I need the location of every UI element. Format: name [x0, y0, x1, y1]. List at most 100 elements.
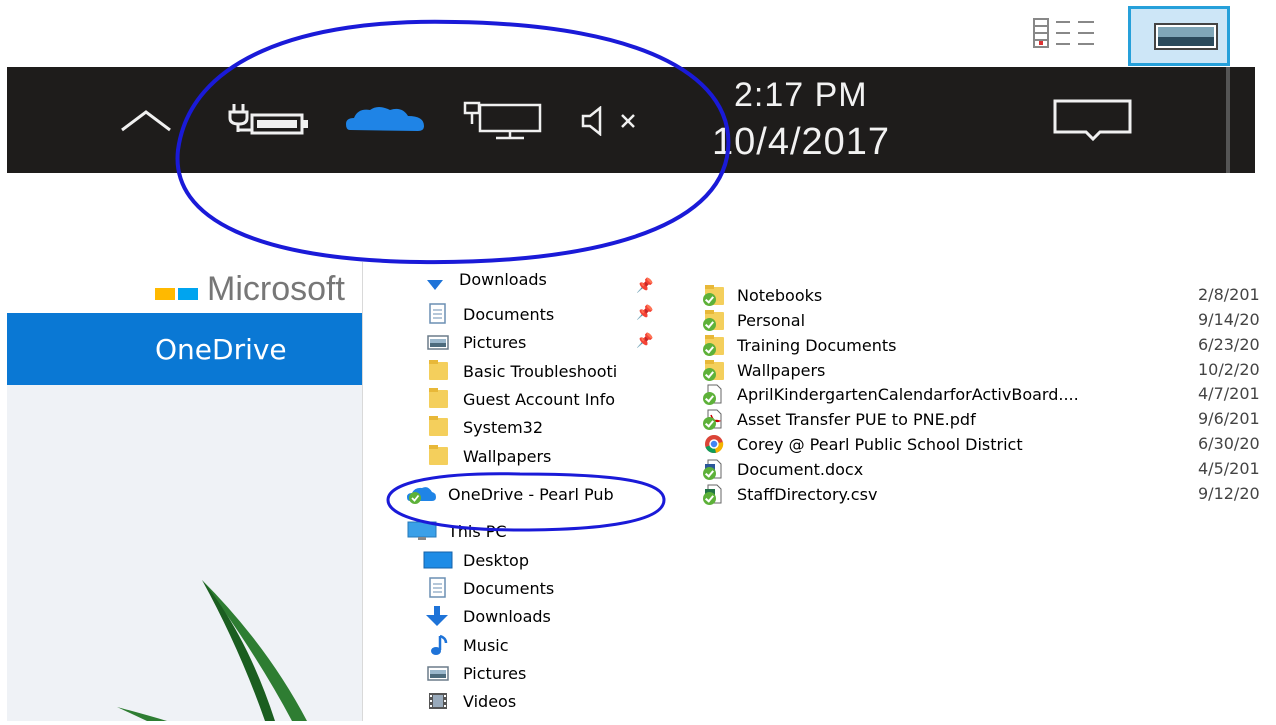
download-icon	[423, 274, 447, 296]
nav-item-wallpapers[interactable]: Wallpapers	[427, 443, 551, 469]
file-date: 9/14/20	[1198, 310, 1260, 329]
synced-csv-icon	[703, 484, 725, 505]
nav-item-desktop[interactable]: Desktop	[423, 547, 529, 573]
file-date: 6/23/20	[1198, 335, 1260, 354]
file-name: Wallpapers	[737, 360, 826, 380]
nav-item-label: Documents	[463, 304, 555, 324]
file-date: 6/30/20	[1198, 434, 1260, 453]
download-icon	[423, 605, 451, 627]
synced-folder-icon	[703, 360, 725, 381]
file-name: Notebooks	[737, 285, 823, 305]
nav-item-label: Guest Account Info	[463, 389, 616, 409]
file-row-wallpapers[interactable]: Wallpapers	[703, 358, 825, 382]
nav-item-basic-troubleshooting[interactable]: Basic Troubleshooti	[427, 358, 617, 384]
file-name: Training Documents	[737, 335, 897, 355]
file-name: Corey @ Pearl Public School District	[737, 434, 1023, 454]
microsoft-logo-icon	[155, 288, 175, 300]
chevron-up-icon[interactable]	[118, 108, 178, 134]
folder-icon	[427, 388, 451, 410]
nav-item-downloads[interactable]: Downloads	[423, 273, 547, 297]
pictures-icon	[427, 331, 451, 353]
folder-icon	[427, 416, 451, 438]
clock-time[interactable]: 2:17 PM	[734, 76, 868, 115]
synced-folder-icon	[703, 335, 725, 356]
file-row-asset-transfer-pdf[interactable]: Asset Transfer PUE to PNE.pdf	[703, 407, 976, 431]
grass-graphic	[117, 580, 307, 721]
microsoft-logo-icon-blue	[178, 288, 198, 300]
nav-item-onedrive[interactable]: OneDrive - Pearl Pub	[406, 481, 614, 507]
microsoft-wordmark: Microsoft	[207, 270, 345, 308]
music-icon	[427, 634, 451, 656]
file-name: Document.docx	[737, 459, 864, 479]
onedrive-cloud-icon[interactable]	[344, 104, 428, 134]
volume-muted-icon[interactable]	[580, 106, 652, 136]
file-date: 9/6/201	[1198, 409, 1260, 428]
nav-item-system32[interactable]: System32	[427, 414, 543, 440]
documents-icon	[427, 303, 451, 325]
pin-icon[interactable]: 📌	[636, 333, 653, 349]
nav-item-documents[interactable]: Documents	[427, 301, 554, 327]
show-desktop-strip[interactable]	[1226, 67, 1230, 173]
file-name: Asset Transfer PUE to PNE.pdf	[737, 409, 976, 429]
details-view-icon	[1033, 18, 1094, 48]
clock-date[interactable]: 10/4/2017	[712, 121, 890, 164]
microsoft-header: Microsoft	[0, 262, 362, 312]
nav-item-label: This PC	[448, 521, 507, 541]
nav-item-downloads-pc[interactable]: Downloads	[423, 603, 551, 629]
nav-item-label: Downloads	[463, 606, 551, 626]
nav-item-guest-account-info[interactable]: Guest Account Info	[427, 386, 615, 412]
pin-icon[interactable]: 📌	[636, 278, 653, 294]
nav-item-label: Music	[463, 635, 509, 655]
chrome-icon	[703, 434, 725, 454]
file-name: Personal	[737, 310, 806, 330]
power-battery-icon[interactable]	[226, 102, 310, 138]
file-row-document-docx[interactable]: Document.docx	[703, 457, 863, 481]
pictures-icon	[427, 662, 451, 684]
videos-icon	[427, 690, 451, 712]
nav-item-label: Downloads	[459, 273, 547, 289]
file-date: 9/12/20	[1198, 484, 1260, 503]
nav-item-this-pc[interactable]: This PC	[406, 518, 507, 544]
nav-item-label: Pictures	[463, 663, 527, 683]
nav-item-label: Videos	[463, 691, 517, 711]
nav-item-label: Pictures	[463, 332, 527, 352]
onedrive-icon	[406, 483, 436, 505]
file-row-staff-directory[interactable]: StaffDirectory.csv	[703, 482, 877, 506]
synced-word-icon	[703, 459, 725, 480]
documents-icon	[427, 577, 451, 599]
synced-file-icon	[703, 384, 725, 405]
folder-icon	[427, 360, 451, 382]
nav-item-pictures-pc[interactable]: Pictures	[427, 660, 526, 686]
file-name: AprilKindergartenCalendarforActivBoard..…	[737, 384, 1079, 404]
file-date: 10/2/20	[1198, 360, 1260, 379]
file-date: 2/8/201	[1198, 285, 1260, 304]
nav-item-label: Desktop	[463, 550, 529, 570]
tiles-view-icon	[1154, 23, 1218, 50]
details-view-button[interactable]	[1030, 14, 1098, 54]
page-edge	[0, 262, 7, 721]
nav-item-label: Wallpapers	[463, 446, 552, 466]
file-date: 4/5/201	[1198, 459, 1260, 478]
nav-item-pictures[interactable]: Pictures	[427, 329, 526, 355]
file-row-april-calendar[interactable]: AprilKindergartenCalendarforActivBoard..…	[703, 382, 1079, 406]
computer-icon	[406, 520, 438, 542]
onedrive-page-body	[7, 385, 362, 721]
action-center-icon[interactable]	[1052, 98, 1134, 142]
file-date: 4/7/201	[1198, 384, 1260, 403]
nav-item-label: Basic Troubleshooti	[463, 361, 618, 381]
nav-item-videos[interactable]: Videos	[427, 688, 516, 714]
folder-icon	[427, 445, 451, 467]
nav-item-documents-pc[interactable]: Documents	[427, 575, 554, 601]
synced-pdf-icon	[703, 409, 725, 430]
synced-folder-icon	[703, 310, 725, 331]
onedrive-banner-title[interactable]: OneDrive	[155, 333, 287, 366]
file-row-corey-shortcut[interactable]: Corey @ Pearl Public School District	[703, 432, 1023, 456]
file-row-personal[interactable]: Personal	[703, 308, 805, 332]
file-name: StaffDirectory.csv	[737, 484, 878, 504]
file-row-notebooks[interactable]: Notebooks	[703, 283, 822, 307]
network-icon[interactable]	[462, 100, 546, 142]
file-row-training-documents[interactable]: Training Documents	[703, 333, 896, 357]
nav-item-music[interactable]: Music	[427, 632, 509, 658]
tiles-view-button[interactable]	[1128, 6, 1230, 66]
pin-icon[interactable]: 📌	[636, 305, 653, 321]
